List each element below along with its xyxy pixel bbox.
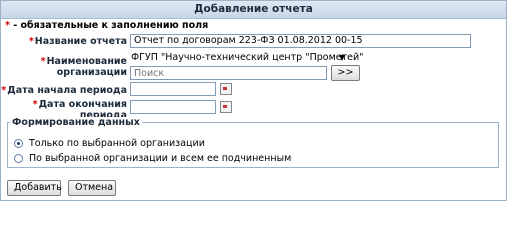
radio-button[interactable] [14, 139, 23, 148]
option-label: Только по выбранной организации [29, 138, 205, 149]
organization-selected-value: ФГУП "Научно-технический центр "Прометей… [131, 52, 364, 63]
organization-search-input[interactable] [130, 66, 327, 80]
required-legend-text: - обязательные к заполнению поля [9, 20, 209, 31]
data-formation-title: Формирование данных [10, 117, 142, 128]
required-asterisk: * [40, 56, 46, 67]
period-start-input[interactable] [130, 82, 216, 96]
report-name-label: *Название отчета [28, 36, 127, 47]
calendar-icon[interactable] [220, 101, 232, 113]
report-name-input[interactable]: Отчет по договорам 223-ФЗ 01.08.2012 00-… [130, 34, 471, 48]
organization-label: *Наименование организации [40, 56, 127, 78]
add-button[interactable]: Добавить [7, 180, 62, 196]
chevron-down-icon[interactable]: ▼ [339, 51, 345, 65]
organization-select[interactable]: ФГУП "Научно-технический центр "Прометей… [131, 51, 364, 65]
organization-search-button[interactable]: >> [331, 65, 360, 81]
period-end-input[interactable] [130, 100, 216, 114]
cancel-button[interactable]: Отмена [68, 180, 116, 196]
dialog-title: Добавление отчета [1, 1, 506, 19]
required-asterisk: * [28, 36, 34, 47]
required-asterisk: * [32, 99, 38, 110]
radio-button[interactable] [14, 154, 23, 163]
calendar-icon[interactable] [220, 83, 232, 95]
option-label: По выбранной организации и всем ее подчи… [29, 153, 292, 164]
required-fields-legend: * - обязательные к заполнению поля [5, 20, 208, 31]
add-report-dialog: Добавление отчета * - обязательные к зап… [0, 0, 507, 201]
period-start-label: *Дата начала периода [1, 85, 127, 96]
required-asterisk: * [1, 85, 7, 96]
